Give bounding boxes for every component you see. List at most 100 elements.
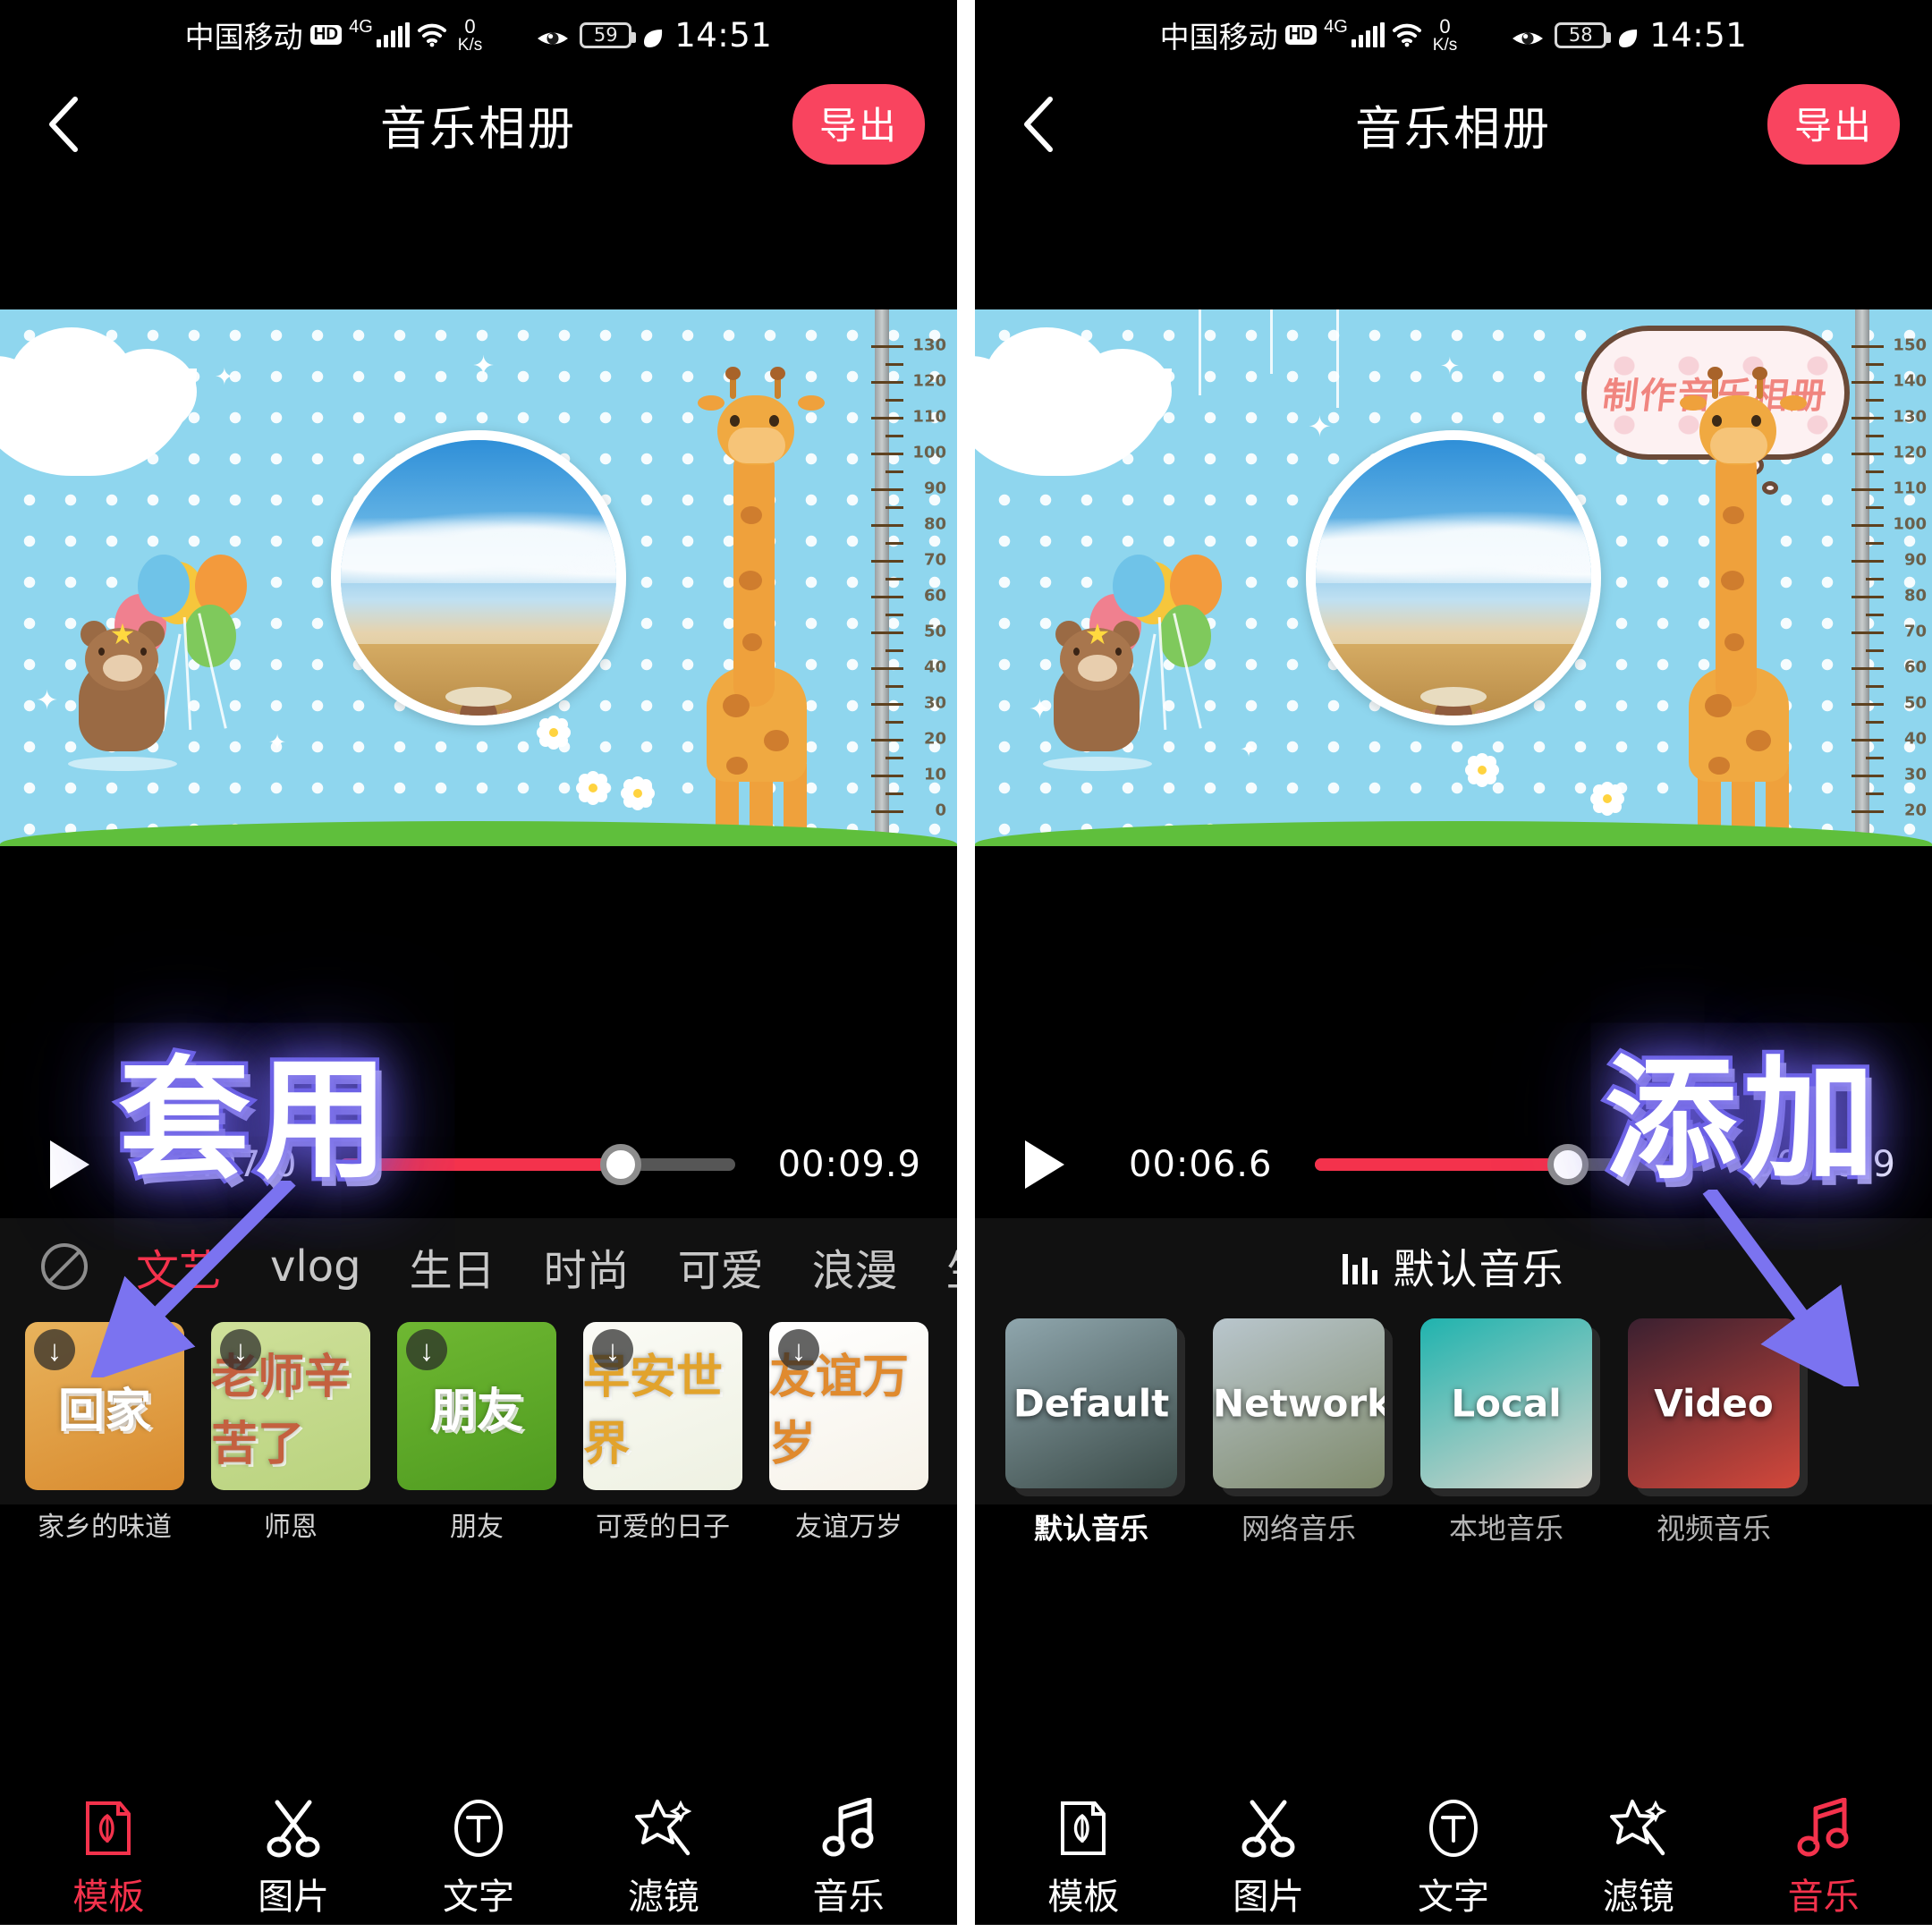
music-source-caption: 默认音乐	[1033, 1512, 1148, 1546]
ruler-tick	[871, 596, 903, 598]
ruler-tick-label: 120	[1893, 443, 1927, 462]
ruler-tick	[871, 703, 903, 706]
no-template-icon[interactable]	[41, 1243, 88, 1290]
star-decoration: ✦	[215, 363, 234, 390]
ruler-tick-minor	[1866, 721, 1884, 724]
template-tab-1[interactable]: 文艺	[136, 1235, 222, 1298]
template-thumbnail[interactable]: 朋友	[397, 1322, 556, 1490]
template-tab-6[interactable]: 浪漫	[812, 1235, 898, 1298]
playback-controls-right: 00:06.6 00:09.9	[975, 1111, 1932, 1218]
nav-item-图片[interactable]: 图片	[1188, 1796, 1349, 1919]
ruler-tick-minor	[1866, 506, 1884, 509]
template-category-tabs[interactable]: 文艺 vlog 生日时尚可爱浪漫生活	[0, 1218, 957, 1315]
speed-unit: K/s	[457, 35, 483, 55]
template-thumbnail-list[interactable]: 回家家乡的味道老师辛苦了师恩朋友朋友早安世界可爱的日子友谊万岁友谊万岁	[0, 1315, 957, 1544]
nav-item-模板[interactable]: 模板	[1003, 1796, 1164, 1919]
music-source-thumbnail[interactable]: Video	[1628, 1318, 1800, 1488]
progress-slider[interactable]	[340, 1144, 735, 1185]
download-icon[interactable]	[220, 1329, 261, 1370]
network-type-label: 4G	[349, 16, 373, 37]
music-source-item[interactable]: Network 网络音乐	[1213, 1318, 1385, 1547]
nav-item-滤镜[interactable]: 滤镜	[583, 1796, 744, 1919]
ruler-tick	[1852, 488, 1884, 491]
music-source-item[interactable]: Video 视频音乐	[1628, 1318, 1800, 1547]
battery-level: 58	[1568, 24, 1593, 46]
music-source-list[interactable]: Default 默认音乐 Network 网络音乐 Local 本地音乐 Video 视频音乐	[975, 1315, 1932, 1547]
template-item[interactable]: 友谊万岁友谊万岁	[769, 1322, 928, 1544]
nav-item-文字[interactable]: 文字	[1373, 1796, 1534, 1919]
photo-placeholder[interactable]	[1306, 430, 1601, 725]
giraffe-character	[1660, 367, 1826, 846]
export-button[interactable]: 导出	[792, 84, 925, 165]
speed-unit: K/s	[1432, 35, 1458, 55]
bottom-navigation-right[interactable]: 模板 图片 文字 滤镜 音乐	[975, 1792, 1932, 1932]
nav-item-label: 文字	[1417, 1877, 1489, 1918]
home-indicator	[975, 1925, 1932, 1932]
download-icon[interactable]	[406, 1329, 447, 1370]
template-item[interactable]: 早安世界可爱的日子	[583, 1322, 742, 1544]
template-tab-2[interactable]: vlog	[270, 1241, 361, 1292]
nav-item-音乐[interactable]: 音乐	[768, 1796, 929, 1919]
template-thumbnail[interactable]: 友谊万岁	[769, 1322, 928, 1490]
current-time-label: 00:06.6	[1129, 1144, 1273, 1185]
play-icon[interactable]	[50, 1140, 89, 1189]
back-icon[interactable]	[1016, 92, 1063, 157]
app-header-right: 音乐相册 导出	[975, 70, 1932, 179]
template-tab-4[interactable]: 时尚	[544, 1235, 630, 1298]
ruler-tick	[871, 631, 903, 634]
nav-item-label: 音乐	[812, 1877, 885, 1918]
music-source-thumbnail[interactable]: Local	[1420, 1318, 1592, 1488]
ruler-tick-label: 20	[1903, 801, 1927, 820]
leaf-icon	[1616, 23, 1640, 47]
template-tab-5[interactable]: 可爱	[678, 1235, 764, 1298]
nav-item-label: 滤镜	[1602, 1877, 1674, 1918]
music-source-item[interactable]: Local 本地音乐	[1420, 1318, 1592, 1547]
nav-item-图片[interactable]: 图片	[213, 1796, 374, 1919]
template-thumbnail[interactable]: 回家	[25, 1322, 184, 1490]
album-preview-left[interactable]: ✦ ✦ ✦ ✦ ✦ ✦ ★	[0, 309, 957, 846]
template-item[interactable]: 朋友朋友	[397, 1322, 556, 1544]
battery-level: 59	[593, 24, 618, 46]
music-source-thumbnail[interactable]: Network	[1213, 1318, 1385, 1488]
template-thumbnail[interactable]: 老师辛苦了	[211, 1322, 370, 1490]
back-icon[interactable]	[41, 92, 88, 157]
status-bar-right: 中国移动 HD 4G 0 K/s 58 14:51	[975, 0, 1932, 70]
ruler-tick	[871, 381, 903, 384]
nav-item-文字[interactable]: 文字	[398, 1796, 559, 1919]
app-header-left: 音乐相册 导出	[0, 70, 957, 179]
carrier-label: 中国移动	[184, 20, 303, 55]
play-icon[interactable]	[1025, 1140, 1064, 1189]
nav-item-模板[interactable]: 模板	[28, 1796, 189, 1919]
download-icon[interactable]	[34, 1329, 75, 1370]
status-bar-left: 中国移动 HD 4G 0 K/s 59 14:51	[0, 0, 957, 70]
ruler-tick-label: 20	[923, 729, 946, 749]
magic-wand-icon	[1609, 1796, 1668, 1860]
photo-placeholder[interactable]	[331, 430, 626, 725]
music-source-caption: 网络音乐	[1241, 1512, 1356, 1546]
text-t-icon	[453, 1796, 504, 1860]
album-preview-right[interactable]: ✦ ✦ ✦ ✦ ★ 150 140 130 120 110 100 90 80 …	[975, 309, 1932, 846]
nav-item-音乐[interactable]: 音乐	[1743, 1796, 1904, 1919]
ruler-tick	[871, 524, 903, 527]
daisy-flower	[1476, 764, 1488, 776]
download-icon[interactable]	[592, 1329, 633, 1370]
signal-bars-icon	[376, 22, 410, 47]
music-source-item[interactable]: Default 默认音乐	[1005, 1318, 1177, 1547]
template-item[interactable]: 回家家乡的味道	[25, 1322, 184, 1544]
progress-slider[interactable]	[1315, 1144, 1710, 1185]
giraffe-character	[678, 367, 844, 846]
template-tab-7[interactable]: 生活	[946, 1235, 957, 1298]
ruler-tick	[1852, 739, 1884, 741]
bottom-navigation-left[interactable]: 模板 图片 文字 滤镜 音乐	[0, 1792, 957, 1932]
bear-character: ★	[55, 615, 190, 771]
music-panel-title: 默认音乐	[1393, 1245, 1565, 1293]
template-item[interactable]: 老师辛苦了师恩	[211, 1322, 370, 1544]
download-icon[interactable]	[778, 1329, 819, 1370]
template-tab-3[interactable]: 生日	[410, 1235, 496, 1298]
export-button[interactable]: 导出	[1767, 84, 1900, 165]
nav-item-滤镜[interactable]: 滤镜	[1558, 1796, 1719, 1919]
playback-controls-left: 00:07.0 00:09.9	[0, 1111, 957, 1218]
music-source-thumbnail[interactable]: Default	[1005, 1318, 1177, 1488]
ruler-tick	[1852, 417, 1884, 419]
template-thumbnail[interactable]: 早安世界	[583, 1322, 742, 1490]
